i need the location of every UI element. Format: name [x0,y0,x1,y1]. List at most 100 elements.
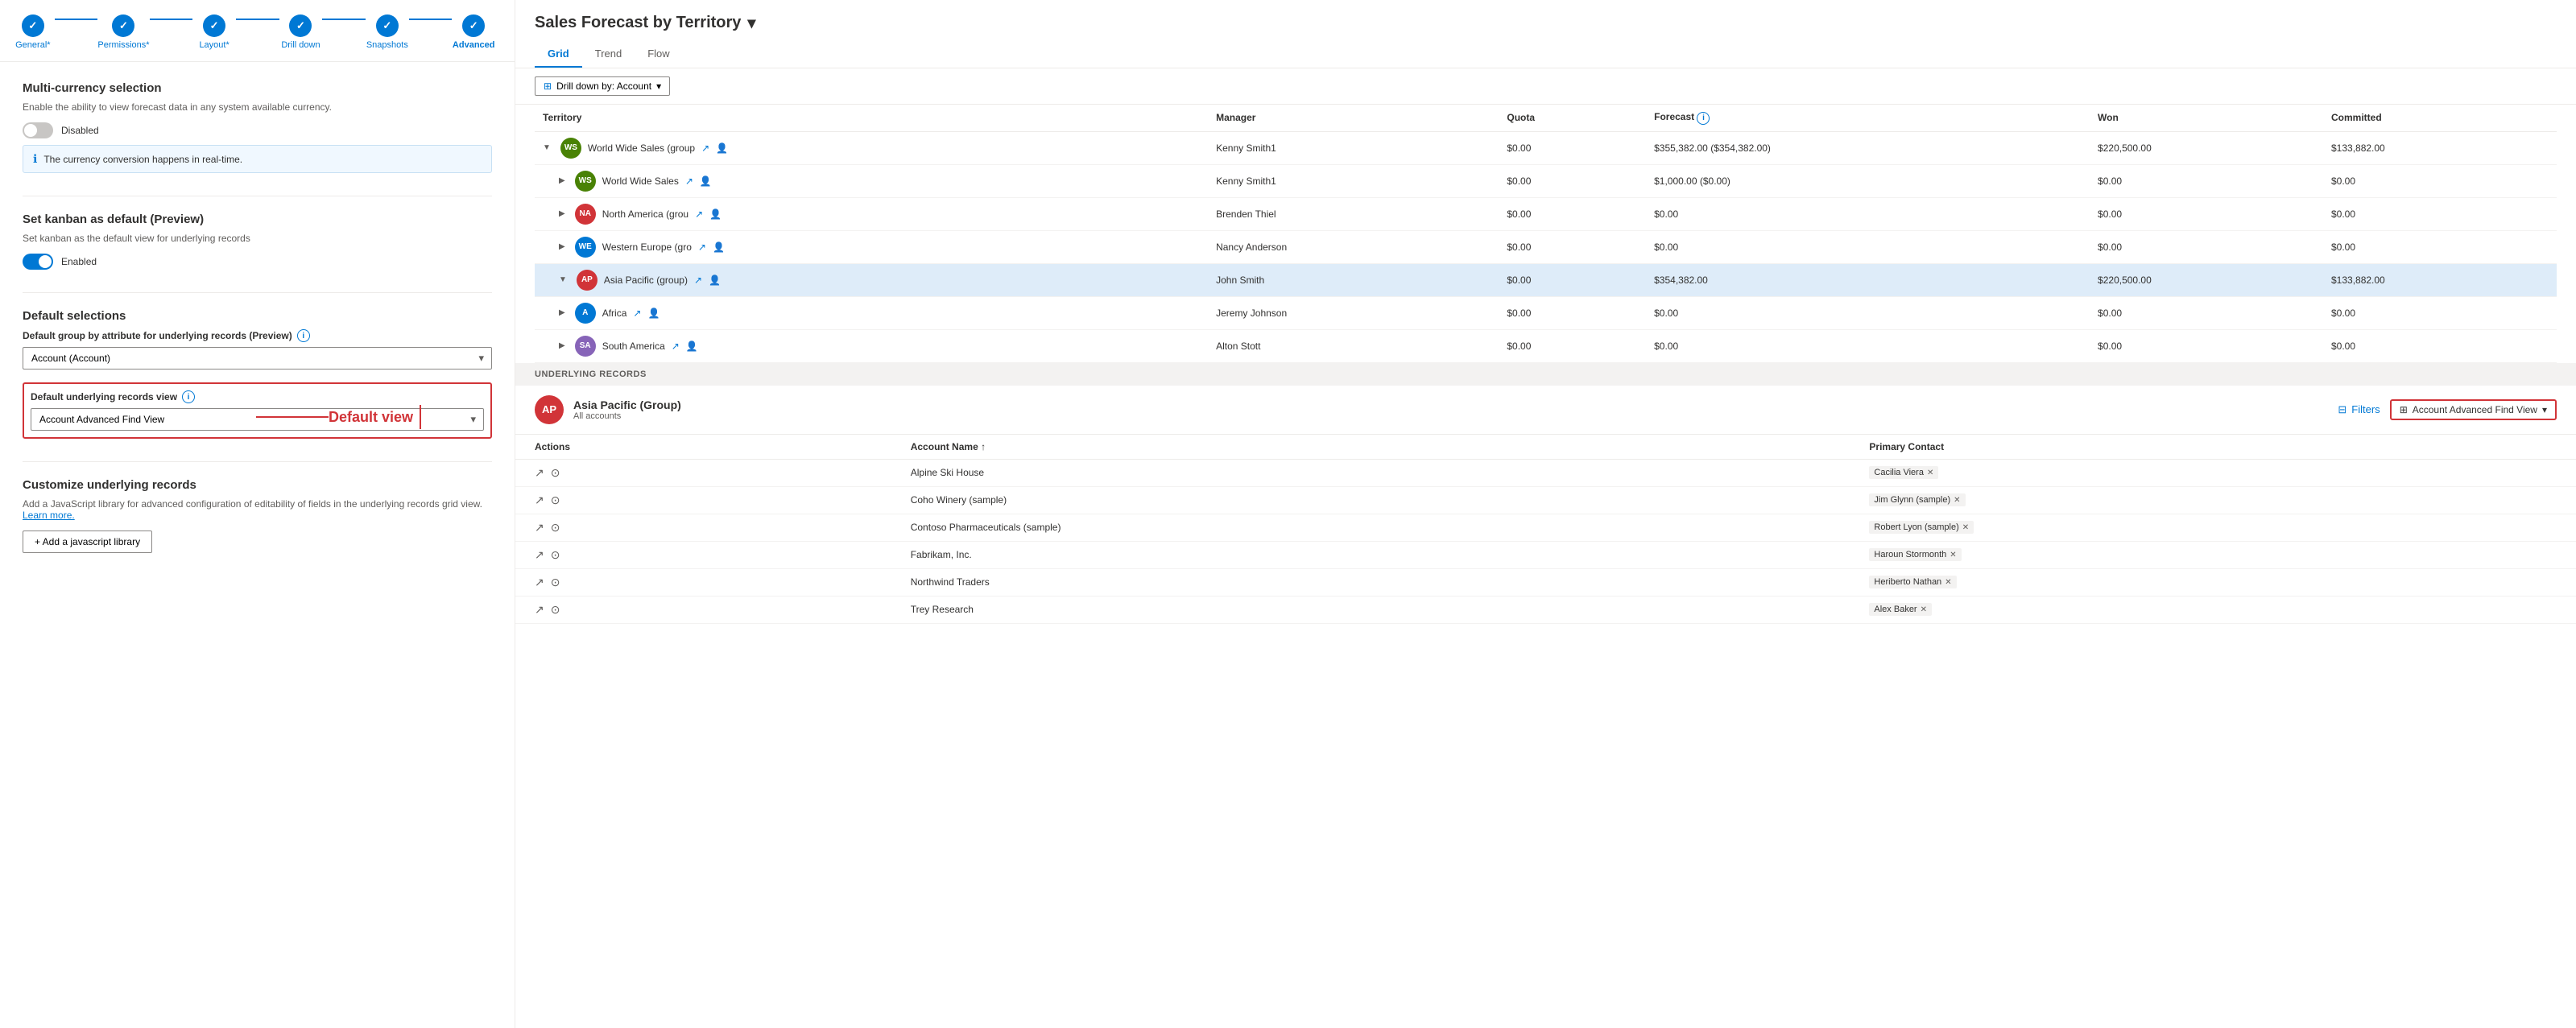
expand-icon-6[interactable]: ▶ [559,341,565,350]
arrow-vertical [420,405,421,429]
link-icon-6[interactable]: ↗ [672,341,680,352]
forecast-tabs: Grid Trend Flow [535,41,2557,68]
multicurrency-section: Multi-currency selection Enable the abil… [23,81,492,173]
open-icon-5[interactable]: ↗ [535,603,544,617]
step-snapshots[interactable]: ✓ Snapshots [366,14,409,50]
underlying-cell-contact-1: Jim Glynn (sample) ✕ [1850,486,2576,514]
forecast-row-4[interactable]: ▼ AP Asia Pacific (group) ↗ 👤 John Smith… [535,263,2557,296]
filters-button[interactable]: ⊟ Filters [2338,403,2380,416]
link-icon-5[interactable]: ↗ [633,308,641,319]
link-icon-0[interactable]: ↗ [701,142,709,154]
underlying-row-5[interactable]: ↗ ⊙ Trey Research Alex Baker ✕ [515,596,2576,623]
person-icon-6[interactable]: 👤 [686,341,698,352]
link-icon-4[interactable]: ↗ [694,275,702,286]
view-chevron-icon: ▾ [2542,404,2547,415]
step-permissions[interactable]: ✓ Permissions* [97,14,149,50]
kanban-section: Set kanban as default (Preview) Set kanb… [23,213,492,270]
step-general[interactable]: ✓ General* [11,14,55,50]
underlying-row-3[interactable]: ↗ ⊙ Fabrikam, Inc. Haroun Stormonth ✕ [515,541,2576,568]
open-icon-2[interactable]: ↗ [535,521,544,535]
info-action-icon-4[interactable]: ⊙ [551,576,560,589]
forecast-row-0[interactable]: ▼ WS World Wide Sales (group ↗ 👤 Kenny S… [535,131,2557,164]
open-icon-1[interactable]: ↗ [535,493,544,507]
dropdown-icon[interactable]: ▾ [747,13,755,33]
info-action-icon-2[interactable]: ⊙ [551,521,560,535]
kanban-toggle[interactable] [23,254,53,270]
sort-icon[interactable]: ↑ [981,441,986,452]
contact-remove-3[interactable]: ✕ [1950,551,1956,559]
contact-remove-5[interactable]: ✕ [1921,605,1927,614]
contact-remove-1[interactable]: ✕ [1954,496,1960,505]
person-icon-0[interactable]: 👤 [716,142,728,154]
open-icon-4[interactable]: ↗ [535,576,544,589]
group-by-select-wrapper: Account (Account) [23,347,492,370]
multicurrency-toggle[interactable] [23,122,53,138]
default-view-info-icon[interactable]: i [182,390,195,403]
expand-icon-4[interactable]: ▼ [559,275,567,284]
info-action-icon-1[interactable]: ⊙ [551,493,560,507]
expand-icon-3[interactable]: ▶ [559,242,565,251]
tab-grid[interactable]: Grid [535,41,582,68]
forecast-cell-forecast-2: $0.00 [1646,197,2090,230]
forecast-row-3[interactable]: ▶ WE Western Europe (gro ↗ 👤 Nancy Ander… [535,230,2557,263]
forecast-cell-won-0: $220,500.00 [2090,131,2323,164]
divider-2 [23,292,492,293]
forecast-cell-territory-6: ▶ SA South America ↗ 👤 [535,329,1208,362]
underlying-section: UNDERLYING RECORDS AP Asia Pacific (Grou… [515,363,2576,624]
group-by-select[interactable]: Account (Account) [23,347,492,370]
open-icon-0[interactable]: ↗ [535,466,544,480]
info-action-icon-5[interactable]: ⊙ [551,603,560,617]
info-action-icon-3[interactable]: ⊙ [551,548,560,562]
tab-trend[interactable]: Trend [582,41,635,68]
step-advanced[interactable]: ✓ Advanced [452,14,495,50]
kanban-toggle-label: Enabled [61,256,97,267]
group-by-info-icon[interactable]: i [297,329,310,342]
underlying-row-4[interactable]: ↗ ⊙ Northwind Traders Heriberto Nathan ✕ [515,568,2576,596]
underlying-row-2[interactable]: ↗ ⊙ Contoso Pharmaceuticals (sample) Rob… [515,514,2576,541]
forecast-cell-territory-0: ▼ WS World Wide Sales (group ↗ 👤 [535,131,1208,164]
person-icon-5[interactable]: 👤 [647,308,660,319]
info-action-icon-0[interactable]: ⊙ [551,466,560,480]
contact-remove-4[interactable]: ✕ [1945,578,1951,587]
person-icon-3[interactable]: 👤 [713,242,725,253]
step-drilldown[interactable]: ✓ Drill down [279,14,323,50]
multicurrency-info-text: The currency conversion happens in real-… [43,154,242,165]
step-layout[interactable]: ✓ Layout* [192,14,236,50]
person-icon-2[interactable]: 👤 [709,208,722,220]
territory-name-5: Africa [602,308,627,319]
underlying-row-0[interactable]: ↗ ⊙ Alpine Ski House Cacilia Viera ✕ [515,459,2576,486]
underlying-cell-name-5: Trey Research [891,596,1850,623]
step-label-snapshots: Snapshots [366,40,408,50]
add-javascript-button[interactable]: + Add a javascript library [23,531,152,553]
open-icon-3[interactable]: ↗ [535,548,544,562]
forecast-cell-quota-2: $0.00 [1499,197,1646,230]
learn-more-link[interactable]: Learn more. [23,510,75,521]
contact-remove-2[interactable]: ✕ [1962,523,1969,532]
step-circle-snapshots: ✓ [376,14,399,37]
drill-down-button[interactable]: ⊞ Drill down by: Account ▾ [535,76,670,96]
contact-badge-0: Cacilia Viera ✕ [1869,466,1938,479]
expand-icon-2[interactable]: ▶ [559,209,565,218]
multicurrency-desc: Enable the ability to view forecast data… [23,101,492,113]
forecast-table-header: Territory Manager Quota Forecast i Won C… [535,105,2557,131]
forecast-cell-territory-1: ▶ WS World Wide Sales ↗ 👤 [535,164,1208,197]
forecast-cell-territory-2: ▶ NA North America (grou ↗ 👤 [535,197,1208,230]
link-icon-3[interactable]: ↗ [698,242,706,253]
forecast-title: Sales Forecast by Territory ▾ [535,13,2557,33]
underlying-row-1[interactable]: ↗ ⊙ Coho Winery (sample) Jim Glynn (samp… [515,486,2576,514]
forecast-info-icon[interactable]: i [1697,112,1710,125]
expand-icon-1[interactable]: ▶ [559,176,565,185]
person-icon-4[interactable]: 👤 [709,275,721,286]
person-icon-1[interactable]: 👤 [700,175,712,187]
forecast-row-5[interactable]: ▶ A Africa ↗ 👤 Jeremy Johnson $0.00 $0.0… [535,296,2557,329]
forecast-row-6[interactable]: ▶ SA South America ↗ 👤 Alton Stott $0.00… [535,329,2557,362]
link-icon-1[interactable]: ↗ [685,175,693,187]
link-icon-2[interactable]: ↗ [695,208,703,220]
forecast-row-1[interactable]: ▶ WS World Wide Sales ↗ 👤 Kenny Smith1 $… [535,164,2557,197]
expand-icon-0[interactable]: ▼ [543,143,551,152]
contact-remove-0[interactable]: ✕ [1927,469,1933,477]
expand-icon-5[interactable]: ▶ [559,308,565,317]
view-selector[interactable]: ⊞ Account Advanced Find View ▾ [2390,399,2557,420]
forecast-row-2[interactable]: ▶ NA North America (grou ↗ 👤 Brenden Thi… [535,197,2557,230]
tab-flow[interactable]: Flow [635,41,682,68]
